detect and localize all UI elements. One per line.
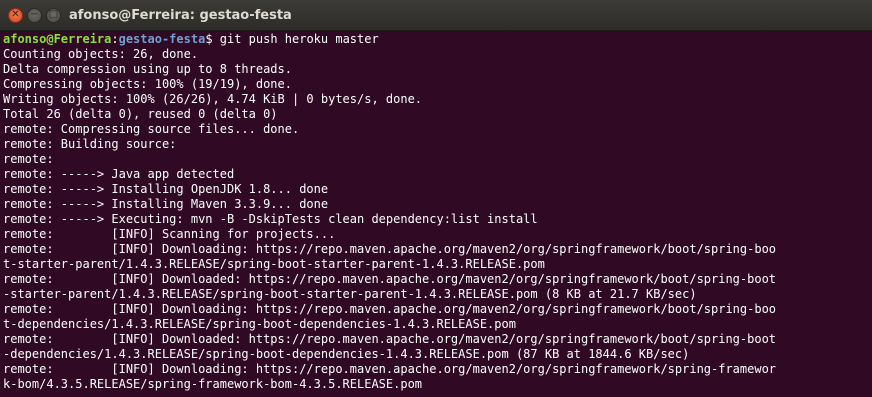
output-line: remote: Building source: bbox=[3, 137, 177, 151]
prompt-separator: : bbox=[111, 32, 119, 46]
output-line: remote: -----> Java app detected bbox=[3, 167, 235, 181]
output-line: Counting objects: 26, done. bbox=[3, 47, 199, 61]
output-line: remote: [INFO] Downloaded: https://repo.… bbox=[3, 332, 777, 346]
output-line: remote: bbox=[3, 152, 54, 166]
prompt-path: gestao-festa bbox=[118, 32, 206, 46]
output-line: remote: -----> Executing: mvn -B -DskipT… bbox=[3, 212, 538, 226]
minimize-icon: − bbox=[30, 9, 39, 20]
output-line: remote: -----> Installing Maven 3.3.9...… bbox=[3, 197, 329, 211]
output-line: Compressing objects: 100% (19/19), done. bbox=[3, 77, 292, 91]
terminal-output[interactable]: afonso@Ferreira:gestao-festa$ git push h… bbox=[0, 31, 872, 397]
terminal-window: ✕ − □ afonso@Ferreira: gestao-festa afon… bbox=[0, 0, 872, 397]
title-bar[interactable]: ✕ − □ afonso@Ferreira: gestao-festa bbox=[0, 0, 872, 31]
prompt-line: afonso@Ferreira:gestao-festa$ git push h… bbox=[3, 32, 872, 47]
output-line: remote: [INFO] Downloading: https://repo… bbox=[3, 362, 777, 376]
close-icon: ✕ bbox=[11, 9, 20, 20]
minimize-button[interactable]: − bbox=[27, 7, 42, 23]
output-line: remote: [INFO] Downloading: https://repo… bbox=[3, 242, 777, 256]
prompt-user-host: afonso@Ferreira bbox=[3, 32, 112, 46]
output-line: -starter-parent/1.4.3.RELEASE/spring-boo… bbox=[3, 287, 697, 301]
output-line: k-bom/4.3.5.RELEASE/spring-framework-bom… bbox=[3, 377, 423, 391]
output-line: Delta compression using up to 8 threads. bbox=[3, 62, 292, 76]
output-line: remote: [INFO] Downloaded: https://repo.… bbox=[3, 272, 777, 286]
close-button[interactable]: ✕ bbox=[8, 7, 23, 23]
output-line: t-starter-parent/1.4.3.RELEASE/spring-bo… bbox=[3, 257, 545, 271]
prompt-symbol: $ bbox=[205, 32, 220, 46]
output-line: t-dependencies/1.4.3.RELEASE/spring-boot… bbox=[3, 317, 516, 331]
maximize-icon: □ bbox=[48, 9, 59, 20]
output-line: remote: Compressing source files... done… bbox=[3, 122, 300, 136]
window-title: afonso@Ferreira: gestao-festa bbox=[69, 7, 292, 23]
output-line: remote: [INFO] Scanning for projects... bbox=[3, 227, 336, 241]
prompt-command: git push heroku master bbox=[219, 32, 379, 46]
output-line: remote: -----> Installing OpenJDK 1.8...… bbox=[3, 182, 329, 196]
output-line: Writing objects: 100% (26/26), 4.74 KiB … bbox=[3, 92, 423, 106]
window-controls: ✕ − □ bbox=[8, 7, 61, 23]
output-line: -dependencies/1.4.3.RELEASE/spring-boot-… bbox=[3, 347, 690, 361]
output-line: Total 26 (delta 0), reused 0 (delta 0) bbox=[3, 107, 278, 121]
output-line: remote: [INFO] Downloading: https://repo… bbox=[3, 302, 777, 316]
maximize-button[interactable]: □ bbox=[46, 7, 61, 23]
